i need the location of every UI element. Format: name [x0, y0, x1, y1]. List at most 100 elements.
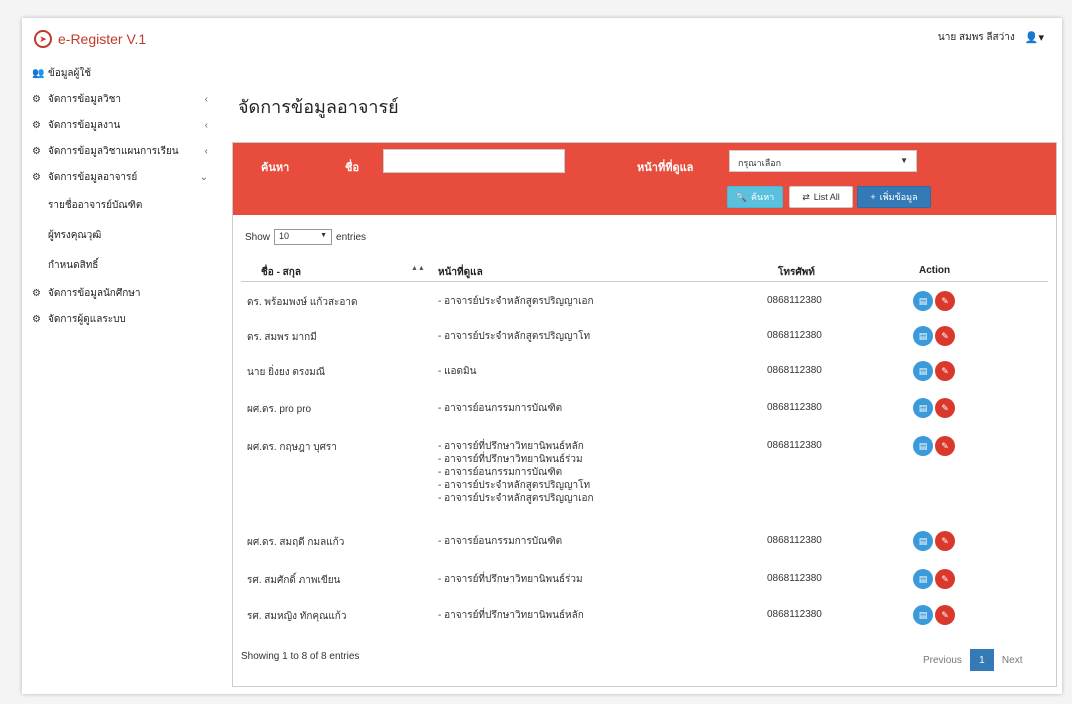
teacher-duties: - อาจารย์ที่ปรึกษาวิทยานิพนธ์หลัก [438, 610, 584, 621]
teacher-phone: 0868112380 [767, 535, 822, 546]
sidebar-subitem-permissions[interactable]: กำหนดสิทธิ์ [22, 250, 222, 280]
edit-button[interactable]: ✎ [935, 569, 955, 589]
edit-button[interactable]: ✎ [935, 326, 955, 346]
view-button[interactable]: ▤ [913, 531, 933, 551]
teacher-duties: - อาจารย์อนกรรมการบัณฑิต [438, 536, 563, 547]
teacher-name: รศ. สมศักดิ์ ภาพเขียน [247, 575, 341, 586]
gears-icon: ⚙ [32, 145, 41, 157]
user-icon: 👤▾ [1024, 32, 1044, 44]
row-actions: ▤ ✎ [913, 531, 955, 551]
users-icon: 👥 [32, 67, 45, 79]
search-button[interactable]: 🔍 ค้นหา [727, 186, 783, 208]
sort-icon[interactable]: ▲▲ [411, 265, 425, 272]
teacher-duties: - อาจารย์ที่ปรึกษาวิทยานิพนธ์หลัก - อาจา… [438, 441, 594, 504]
caret-down-icon: ▼ [320, 232, 328, 239]
header-divider [241, 281, 1048, 282]
view-button[interactable]: ▤ [913, 436, 933, 456]
row-actions: ▤ ✎ [913, 326, 955, 346]
pagination-next[interactable]: Next [1002, 655, 1023, 666]
filter-bar: ค้นหา ชื่อ หน้าที่ที่ดูแล กรุณาเลือก ▼ 🔍… [233, 143, 1056, 215]
refresh-icon: ⇄ [802, 191, 810, 202]
edit-button[interactable]: ✎ [935, 398, 955, 418]
sidebar-item-teachers[interactable]: ⚙ จัดการข้อมูลอาจารย์ ⌄ [22, 164, 222, 190]
edit-button[interactable]: ✎ [935, 436, 955, 456]
brand[interactable]: ➤ e-Register V.1 [34, 30, 146, 48]
pagination-previous[interactable]: Previous [923, 655, 962, 666]
topbar: ➤ e-Register V.1 นาย สมพร ลีสว่าง 👤▾ [22, 18, 1062, 60]
chevron-left-icon: ‹ [204, 93, 208, 105]
main-content: จัดการข้อมูลอาจารย์ ค้นหา ชื่อ หน้าที่ที… [232, 60, 1057, 694]
search-icon: 🔍 [735, 191, 748, 202]
view-button[interactable]: ▤ [913, 398, 933, 418]
teacher-phone: 0868112380 [767, 440, 822, 451]
teacher-phone: 0868112380 [767, 365, 822, 376]
view-button[interactable]: ▤ [913, 361, 933, 381]
name-label: ชื่อ [345, 162, 360, 174]
name-input[interactable] [383, 149, 565, 173]
column-header-name[interactable]: ชื่อ - สกุล [261, 265, 301, 280]
sidebar-item-label: จัดการข้อมูลอาจารย์ [48, 171, 138, 183]
gears-icon: ⚙ [32, 171, 41, 183]
sidebar-item-label: ข้อมูลผู้ใช้ [48, 67, 92, 79]
column-header-duties[interactable]: หน้าที่ดูแล [438, 265, 483, 280]
sidebar-item-work[interactable]: ⚙ จัดการข้อมูลงาน ‹ [22, 112, 222, 138]
chevron-down-icon: ⌄ [199, 171, 208, 183]
sidebar-item-courses[interactable]: ⚙ จัดการข้อมูลวิชา ‹ [22, 86, 222, 112]
pagination: Previous 1 Next [923, 649, 1022, 671]
user-menu[interactable]: นาย สมพร ลีสว่าง 👤▾ [938, 30, 1044, 45]
teacher-phone: 0868112380 [767, 573, 822, 584]
teacher-duties: - อาจารย์ประจำหลักสูตรปริญญาเอก [438, 296, 594, 307]
row-actions: ▤ ✎ [913, 398, 955, 418]
view-button[interactable]: ▤ [913, 291, 933, 311]
chevron-left-icon: ‹ [204, 119, 208, 131]
gears-icon: ⚙ [32, 313, 41, 325]
column-header-phone[interactable]: โทรศัพท์ [778, 265, 815, 280]
sidebar-subitem-teacher-list[interactable]: รายชื่ออาจารย์บัณฑิต [22, 190, 222, 220]
page-length-control: Show 10 ▼ entries [245, 229, 366, 245]
teacher-name: ผศ.ดร. สมฤดี กมลแก้ว [247, 537, 345, 548]
teacher-phone: 0868112380 [767, 402, 822, 413]
teacher-phone: 0868112380 [767, 330, 822, 341]
plus-icon: + [870, 192, 876, 202]
edit-button[interactable]: ✎ [935, 291, 955, 311]
view-button[interactable]: ▤ [913, 569, 933, 589]
row-actions: ▤ ✎ [913, 569, 955, 589]
edit-button[interactable]: ✎ [935, 361, 955, 381]
edit-button[interactable]: ✎ [935, 605, 955, 625]
teacher-panel: ค้นหา ชื่อ หน้าที่ที่ดูแล กรุณาเลือก ▼ 🔍… [232, 142, 1057, 687]
add-button[interactable]: + เพิ่มข้อมูล [857, 186, 931, 208]
brand-label: e-Register V.1 [58, 31, 147, 47]
column-header-action: Action [919, 265, 951, 276]
page-title: จัดการข้อมูลอาจารย์ [238, 97, 399, 117]
sidebar-item-users[interactable]: 👥 ข้อมูลผู้ใช้ [22, 60, 222, 86]
row-actions: ▤ ✎ [913, 361, 955, 381]
edit-button[interactable]: ✎ [935, 531, 955, 551]
teacher-duties: - อาจารย์ประจำหลักสูตรปริญญาโท [438, 331, 591, 342]
list-all-button[interactable]: ⇄ List All [789, 186, 853, 208]
caret-down-icon: ▼ [900, 156, 908, 165]
teacher-duties: - อาจารย์ที่ปรึกษาวิทยานิพนธ์ร่วม [438, 574, 583, 585]
show-label: Show [245, 231, 271, 243]
sidebar-item-students[interactable]: ⚙ จัดการข้อมูลนักศึกษา [22, 280, 222, 306]
row-actions: ▤ ✎ [913, 291, 955, 311]
responsibility-label: หน้าที่ที่ดูแล [637, 162, 694, 174]
sidebar-item-admins[interactable]: ⚙ จัดการผู้ดูแลระบบ [22, 306, 222, 332]
view-button[interactable]: ▤ [913, 326, 933, 346]
sidebar-item-study-plan[interactable]: ⚙ จัดการข้อมูลวิชาแผนการเรียน ‹ [22, 138, 222, 164]
send-icon: ➤ [34, 30, 52, 48]
sidebar-item-label: จัดการข้อมูลนักศึกษา [48, 287, 141, 299]
teacher-phone: 0868112380 [767, 295, 822, 306]
sidebar-subitem-experts[interactable]: ผู้ทรงคุณวุฒิ [22, 220, 222, 250]
teacher-name: ผศ.ดร. กฤษฎา บุศรา [247, 442, 337, 453]
table-info: Showing 1 to 8 of 8 entries [241, 651, 360, 662]
row-actions: ▤ ✎ [913, 436, 955, 456]
page-length-select[interactable]: 10 ▼ [274, 229, 333, 245]
view-button[interactable]: ▤ [913, 605, 933, 625]
sidebar: 👥 ข้อมูลผู้ใช้ ⚙ จัดการข้อมูลวิชา ‹ ⚙ จั… [22, 60, 222, 694]
responsibility-select[interactable]: กรุณาเลือก ▼ [729, 150, 917, 172]
pagination-page-1[interactable]: 1 [969, 649, 994, 671]
teacher-duties: - แอดมิน [438, 366, 477, 377]
gears-icon: ⚙ [32, 93, 41, 105]
sidebar-item-label: จัดการข้อมูลวิชาแผนการเรียน [48, 145, 179, 157]
page: ➤ e-Register V.1 นาย สมพร ลีสว่าง 👤▾ 👥 ข… [22, 18, 1062, 694]
